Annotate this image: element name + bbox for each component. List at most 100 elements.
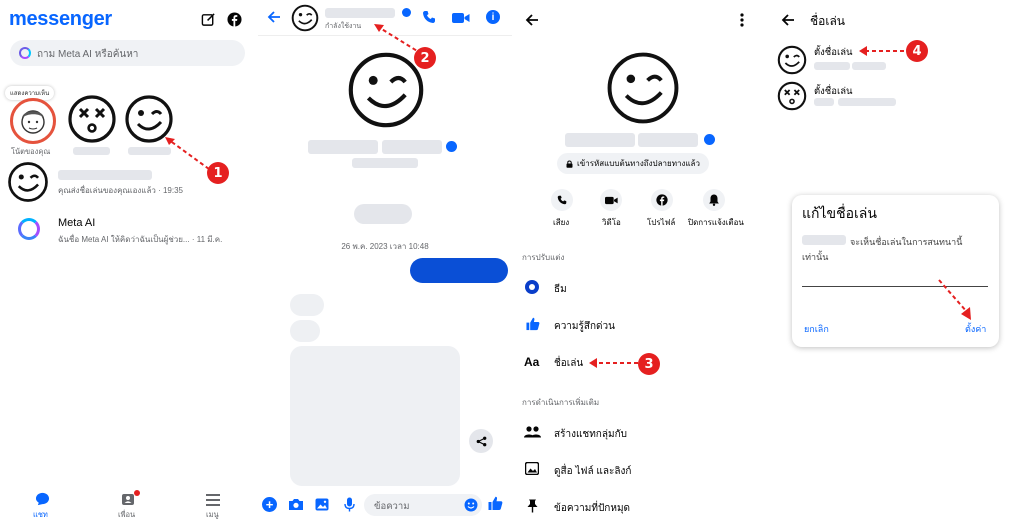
nicknames-screen: ชื่อเล่น ตั้งชื่อเล่น 4 ตั้งชื่อเล่น แก้… xyxy=(772,0,1024,523)
search-bar[interactable]: ถาม Meta AI หรือค้นหา xyxy=(10,40,245,66)
app-title: messenger xyxy=(9,8,112,30)
name-placeholder xyxy=(382,140,442,154)
nickname-icon[interactable]: Aa xyxy=(524,355,539,369)
back-arrow-icon[interactable] xyxy=(266,9,282,30)
message-input[interactable]: ข้อความ xyxy=(364,494,482,516)
received-message-bubble[interactable] xyxy=(290,320,320,342)
received-message-bubble[interactable] xyxy=(290,294,324,316)
page-title: ชื่อเล่น xyxy=(810,14,846,28)
emoji-icon[interactable] xyxy=(464,498,478,517)
encryption-label: เข้ารหัสแบบต้นทางถึงปลายทางแล้ว xyxy=(577,159,700,168)
profile-button-placeholder[interactable] xyxy=(354,204,412,224)
back-arrow-icon[interactable] xyxy=(780,12,796,33)
tab-chat[interactable]: แชท xyxy=(33,509,48,521)
verified-badge-icon xyxy=(446,141,457,152)
chat-list-screen: messenger ถาม Meta AI หรือค้นหา แสดงความ… xyxy=(0,0,256,523)
menu-item-quick-reaction[interactable]: ความรู้สึกด่วน xyxy=(554,319,615,334)
set-nickname-row-2[interactable]: ตั้งชื่อเล่น xyxy=(814,84,853,99)
arrow-to-nickname xyxy=(589,358,638,368)
set-button[interactable]: ตั้งค่า xyxy=(965,322,986,336)
quick-reaction-icon[interactable] xyxy=(526,317,540,336)
profile-avatar-wink xyxy=(346,50,426,135)
name-placeholder xyxy=(814,98,834,106)
video-call-button[interactable] xyxy=(600,189,622,211)
subtitle-placeholder xyxy=(352,158,418,168)
dialog-body-line1: จะเห็นชื่อเล่นในการสนทนานี้ xyxy=(850,237,963,247)
chat-avatar-wink[interactable] xyxy=(7,161,49,208)
dialog-body-line2: เท่านั้น xyxy=(802,252,829,262)
gallery-icon[interactable] xyxy=(315,498,329,516)
camera-icon[interactable] xyxy=(288,498,304,516)
name-placeholder xyxy=(565,133,635,147)
chat-preview: คุณส่งชื่อเล่นของคุณเองแล้ว · 19:35 xyxy=(58,186,183,195)
menu-item-nickname[interactable]: ชื่อเล่น xyxy=(554,356,583,371)
tab-menu[interactable]: เมนู xyxy=(206,509,219,521)
back-arrow-icon[interactable] xyxy=(524,12,540,33)
video-call-icon[interactable] xyxy=(452,11,470,29)
compose-icon[interactable] xyxy=(200,11,216,27)
verified-badge-icon xyxy=(402,8,411,17)
encryption-badge[interactable]: เข้ารหัสแบบต้นทางถึงปลายทางแล้ว xyxy=(557,153,709,174)
bell-icon xyxy=(709,194,719,206)
name-placeholder xyxy=(802,235,846,245)
your-note-label: โน้ตของคุณ xyxy=(11,147,51,156)
bottom-nav: แชท เพื่อน เมนู xyxy=(0,487,256,523)
friends-tab-icon[interactable] xyxy=(120,490,140,506)
microphone-icon[interactable] xyxy=(344,497,355,517)
call-icon[interactable] xyxy=(422,10,436,29)
dizzy-face-icon[interactable] xyxy=(67,94,117,149)
received-media-placeholder[interactable] xyxy=(290,346,460,486)
name-placeholder xyxy=(638,133,698,147)
verified-badge-icon xyxy=(704,134,715,145)
group-icon[interactable] xyxy=(524,425,541,443)
name-placeholder xyxy=(308,140,378,154)
meta-ai-icon xyxy=(19,47,31,59)
thumbs-up-icon[interactable] xyxy=(488,496,503,516)
lock-icon xyxy=(566,160,573,168)
search-placeholder: ถาม Meta AI หรือค้นหา xyxy=(37,49,139,60)
cancel-button[interactable]: ยกเลิก xyxy=(804,322,829,336)
set-nickname-row-1[interactable]: ตั้งชื่อเล่น xyxy=(814,45,853,60)
profile-button[interactable] xyxy=(651,189,673,211)
name-placeholder xyxy=(814,62,850,70)
section-customize-header: การปรับแต่ง xyxy=(522,253,565,262)
section-more-header: การดำเนินการเพิ่มเติม xyxy=(522,398,600,407)
header-avatar-wink[interactable] xyxy=(291,4,319,37)
notification-dot xyxy=(134,490,140,496)
media-icon[interactable] xyxy=(524,461,540,480)
share-icon[interactable] xyxy=(469,429,493,453)
message-input-placeholder: ข้อความ xyxy=(374,501,410,512)
chat-name-placeholder xyxy=(58,170,152,180)
nickname-avatar-wink[interactable] xyxy=(777,45,807,80)
your-avatar[interactable] xyxy=(10,98,56,144)
tab-friends[interactable]: เพื่อน xyxy=(118,509,135,521)
chat-tab-icon[interactable] xyxy=(34,492,50,506)
action-audio-label: เสียง xyxy=(553,218,570,227)
more-options-icon[interactable] xyxy=(740,13,744,32)
mute-button[interactable] xyxy=(703,189,725,211)
name-placeholder xyxy=(852,62,886,70)
menu-item-theme[interactable]: ธีม xyxy=(554,282,567,297)
info-icon[interactable]: i xyxy=(486,10,500,24)
nickname-avatar-dizzy[interactable] xyxy=(777,81,807,116)
pin-icon[interactable] xyxy=(527,499,538,518)
step-marker-3: 3 xyxy=(638,353,660,375)
audio-call-button[interactable] xyxy=(551,189,573,211)
meta-ai-avatar[interactable] xyxy=(18,218,40,240)
action-video-label: วิดีโอ xyxy=(602,218,621,227)
add-icon[interactable]: + xyxy=(262,497,277,512)
video-icon xyxy=(605,196,618,205)
theme-icon[interactable] xyxy=(525,280,539,294)
name-placeholder xyxy=(838,98,896,106)
profile-avatar-wink xyxy=(605,50,681,131)
menu-item-view-media[interactable]: ดูสื่อ ไฟล์ และลิงก์ xyxy=(554,464,631,479)
facebook-icon[interactable] xyxy=(226,11,242,27)
sent-message-bubble[interactable] xyxy=(410,258,508,283)
action-profile-label: โปรไฟล์ xyxy=(647,218,676,227)
step-marker-1: 1 xyxy=(207,162,229,184)
menu-item-create-group[interactable]: สร้างแชทกลุ่มกับ xyxy=(554,427,627,442)
facebook-icon xyxy=(656,194,668,206)
contact-name-placeholder xyxy=(325,8,395,18)
active-status: กำลังใช้งาน xyxy=(325,23,362,30)
menu-item-pinned[interactable]: ข้อความที่ปักหมุด xyxy=(554,501,630,516)
